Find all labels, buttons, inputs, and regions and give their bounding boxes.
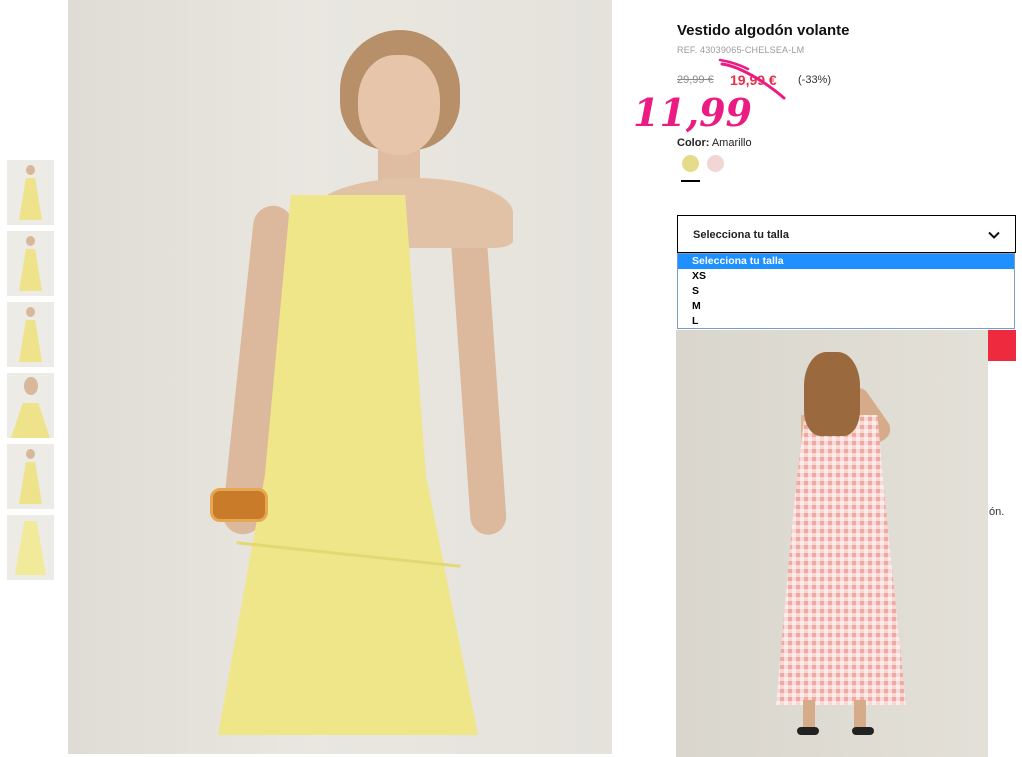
thumbnail-dress — [11, 403, 50, 438]
model-arm — [448, 204, 508, 536]
color-label-key: Color: — [677, 137, 710, 149]
thumbnail-1[interactable] — [7, 160, 54, 225]
thumbnail-2[interactable] — [7, 231, 54, 296]
size-dropdown-list: Selecciona tu talla XS S M L — [677, 253, 1015, 329]
thumbnail-4[interactable] — [7, 373, 54, 438]
swatch-pink[interactable] — [707, 155, 724, 172]
bangle-bracelet — [210, 488, 268, 522]
model-face — [358, 55, 440, 155]
thumbnail-model-head — [24, 377, 38, 395]
product-title: Vestido algodón volante — [677, 22, 850, 39]
size-select-value: Selecciona tu talla — [693, 229, 789, 241]
thumbnail-3[interactable] — [7, 302, 54, 367]
size-option-placeholder[interactable]: Selecciona tu talla — [678, 254, 1014, 269]
thumbnail-dress — [19, 320, 42, 362]
product-reference: REF. 43039065-CHELSEA-LM — [677, 45, 805, 55]
add-to-bag-button[interactable] — [988, 330, 1016, 361]
price-row: 29,99 € 19,99 € (-33%) — [677, 72, 877, 90]
swatch-yellow[interactable] — [682, 155, 699, 172]
thumbnail-dress — [15, 521, 46, 575]
model-hair — [804, 352, 860, 436]
color-value: Amarillo — [711, 137, 752, 149]
thumbnail-model-head — [26, 236, 35, 246]
thumbnail-5[interactable] — [7, 444, 54, 509]
size-option-xs[interactable]: XS — [678, 269, 1014, 284]
original-price: 29,99 € — [677, 74, 714, 86]
pink-gingham-dress — [776, 415, 906, 705]
chevron-down-icon — [988, 231, 1000, 239]
thumbnail-dress — [19, 249, 42, 291]
sandal — [852, 727, 874, 735]
sale-price: 19,99 € — [730, 72, 777, 88]
thumbnail-model-head — [26, 449, 35, 459]
thumbnail-6[interactable] — [7, 515, 54, 580]
thumbnail-list — [7, 160, 54, 586]
discount-percent: (-33%) — [798, 74, 832, 86]
handwritten-new-price: 11,99 — [633, 90, 752, 135]
thumbnail-model-head — [26, 307, 35, 317]
truncated-description-text: ón. — [989, 506, 1005, 518]
sandal — [797, 727, 819, 735]
color-label: Color: Amarillo — [677, 137, 752, 149]
secondary-product-image[interactable] — [676, 330, 988, 757]
thumbnail-dress — [19, 462, 42, 504]
size-option-l[interactable]: L — [678, 314, 1014, 329]
size-option-s[interactable]: S — [678, 284, 1014, 299]
main-product-image[interactable] — [68, 0, 612, 754]
size-select[interactable]: Selecciona tu talla — [677, 215, 1016, 253]
size-option-m[interactable]: M — [678, 299, 1014, 314]
thumbnail-dress — [19, 178, 42, 220]
selected-swatch-indicator — [681, 180, 700, 182]
thumbnail-model-head — [26, 165, 35, 175]
